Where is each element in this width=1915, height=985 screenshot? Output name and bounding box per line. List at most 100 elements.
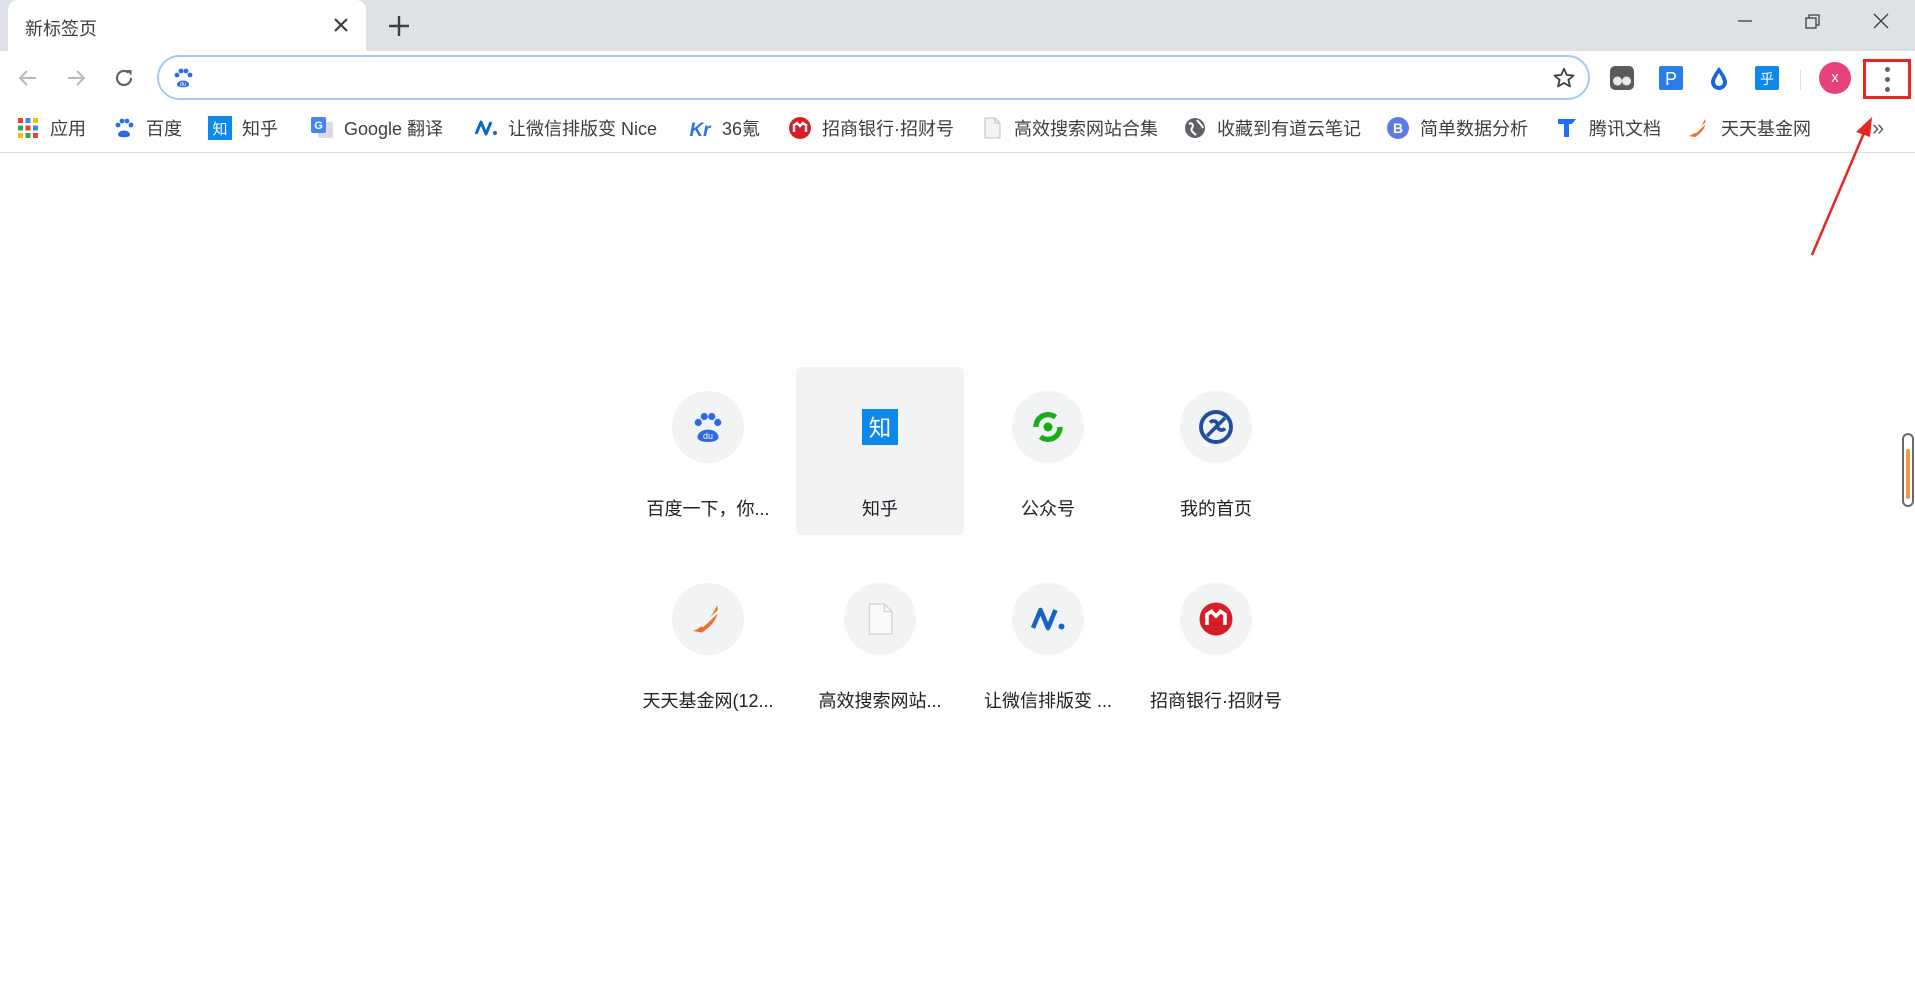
tab-title: 新标签页 [25,19,97,39]
tencent-docs-icon [1555,116,1579,140]
annotation-arrow [1810,117,1872,256]
address-input[interactable] [207,66,1507,90]
bookmark-label: 应用 [50,119,86,139]
tile-label: 百度一下，你... [646,499,770,519]
tiantian-fund-icon [1687,116,1711,140]
bookmark-data-analysis[interactable]: B 简单数据分析 [1386,115,1528,141]
bookmark-star-icon[interactable] [1552,66,1576,95]
bookmark-cmb[interactable]: 招商银行·招财号 [788,115,954,141]
shortcut-tile-cmb[interactable]: 招商银行·招财号 [1132,559,1300,727]
baidu-icon: du [672,391,744,463]
side-scroll-indicator[interactable] [1902,433,1914,507]
close-window-button[interactable] [1847,0,1915,44]
bookmark-label: 天天基金网 [1721,119,1811,139]
svg-text:B: B [1393,120,1403,136]
bookmark-search-sites[interactable]: 高效搜索网站合集 [980,115,1158,141]
tab-close-icon[interactable] [330,14,352,36]
menu-dots-icon [1885,67,1890,72]
bookmark-label: 招商银行·招财号 [822,119,954,139]
menu-dot [1885,87,1890,92]
wechat-mp-icon [1012,391,1084,463]
forward-arrow-icon [68,70,86,86]
bookmark-google-translate[interactable]: G Google 翻译 [310,115,443,141]
tile-label: 让微信排版变 ... [983,691,1112,711]
page-icon [844,583,916,655]
bookmark-label: 高效搜索网站合集 [1014,119,1158,139]
bookmark-label: 简单数据分析 [1420,119,1528,139]
google-translate-icon: G [310,116,334,140]
reload-icon [115,69,133,87]
restore-button[interactable] [1779,0,1847,44]
bookmark-36kr[interactable]: Kr 36氪 [688,115,760,141]
shortcut-tile-tiantian-fund[interactable]: 天天基金网(12... [624,559,792,727]
svg-text:乎: 乎 [1760,72,1774,88]
p-extension-icon[interactable]: P [1658,65,1684,91]
bookmark-zhihu[interactable]: 知 知乎 [208,115,278,141]
bookmark-tencent-docs[interactable]: 腾讯文档 [1555,115,1661,141]
bookmark-label: 36氪 [722,119,761,139]
shortcut-tile-search-sites[interactable]: 高效搜索网站... [796,559,964,727]
omnibox[interactable]: du [157,55,1590,100]
svg-text:知: 知 [212,120,227,138]
chrome-menu-button[interactable] [1863,59,1911,99]
tile-label: 公众号 [1021,499,1075,519]
reload-button[interactable] [107,61,141,95]
mdnice-icon [1012,583,1084,655]
cmb-icon [1180,583,1252,655]
bookmark-tiantian-fund[interactable]: 天天基金网 [1687,115,1811,141]
new-tab-button[interactable] [384,11,414,41]
profile-avatar[interactable]: x [1819,62,1851,94]
shortcut-tile-zhihu[interactable]: 知 知乎 [796,367,964,535]
homepage-icon [1180,391,1252,463]
water-drop-extension-icon[interactable] [1706,65,1732,91]
bookmark-youdao[interactable]: 收藏到有道云笔记 [1183,115,1361,141]
svg-text:P: P [1665,69,1677,89]
baidu-search-engine-icon: du [171,66,195,90]
tab-new-tab[interactable]: 新标签页 [8,0,366,51]
back-arrow-icon [18,70,36,86]
tiantian-fund-icon [672,583,744,655]
bookmark-label: 收藏到有道云笔记 [1217,119,1361,139]
bookmark-label: 让微信排版变 Nice [508,119,658,139]
svg-text:Kr: Kr [689,120,712,140]
baidu-icon [112,116,136,140]
zhihu-extension-icon[interactable]: 乎 [1754,65,1780,91]
minimize-button[interactable] [1711,0,1779,44]
tile-label: 招商银行·招财号 [1150,691,1282,711]
bookmark-mdnice[interactable]: 让微信排版变 Nice [474,115,657,141]
svg-text:du: du [180,82,187,88]
toolbar: du P 乎 x [0,51,1915,105]
menu-dot [1885,77,1890,82]
globe-icon [1183,116,1207,140]
b-icon: B [1386,116,1410,140]
tile-label: 天天基金网(12... [642,691,774,711]
zhihu-icon: 知 [844,391,916,463]
bookmarks-bar: 应用 百度 知 知乎 G Google 翻译 让微信排版变 Nice Kr 36… [0,105,1915,153]
bookmark-apps[interactable]: 应用 [16,115,86,141]
shortcut-tile-mdnice[interactable]: 让微信排版变 ... [964,559,1132,727]
minimize-icon [1738,20,1752,22]
bookmark-baidu[interactable]: 百度 [112,115,182,141]
svg-text:G: G [314,120,323,132]
shortcut-tile-homepage[interactable]: 我的首页 [1132,367,1300,535]
toolbar-separator [1800,70,1801,90]
bookmark-label: 百度 [146,119,182,139]
tab-strip: 新标签页 [0,0,1915,51]
zhihu-icon: 知 [208,116,232,140]
apps-grid-icon [16,116,40,140]
36kr-icon: Kr [688,116,712,141]
tile-label: 我的首页 [1180,499,1252,519]
svg-text:du: du [703,431,713,441]
cmb-icon [788,116,812,140]
forward-button[interactable] [59,61,93,95]
shortcut-tile-wechat-mp[interactable]: 公众号 [964,367,1132,535]
scroll-thumb[interactable] [1906,449,1910,499]
mdnice-icon [474,116,498,140]
bookmark-label: 知乎 [242,119,278,139]
shortcut-tile-baidu[interactable]: du 百度一下，你... [624,367,792,535]
back-button[interactable] [11,61,45,95]
restore-icon [1805,14,1820,29]
bookmark-label: 腾讯文档 [1589,119,1661,139]
tile-label: 高效搜索网站... [818,691,942,711]
tampermonkey-extension-icon[interactable] [1609,65,1635,91]
